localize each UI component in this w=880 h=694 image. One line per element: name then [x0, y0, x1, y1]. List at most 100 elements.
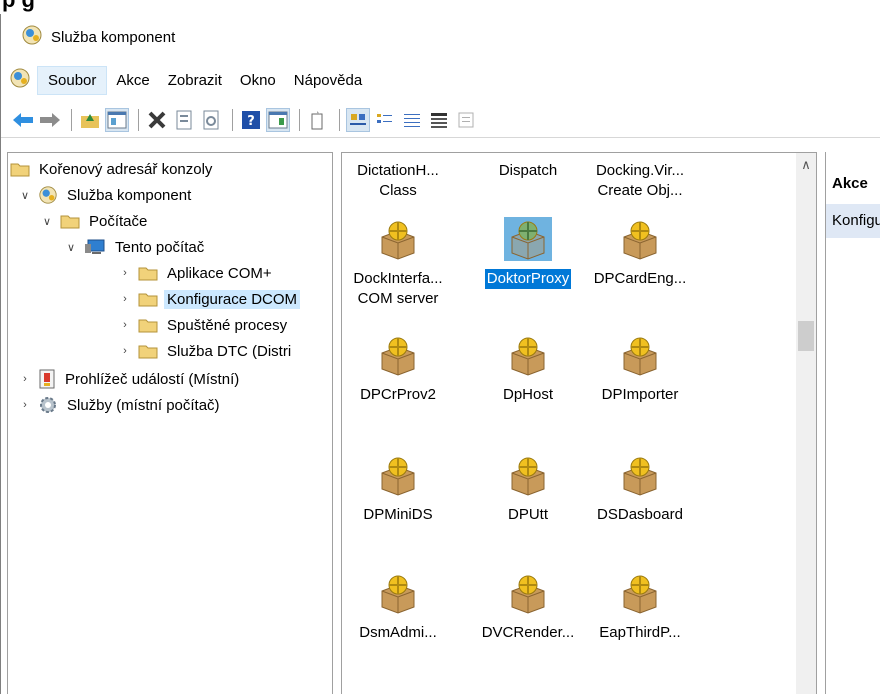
list-item-caption: DPCrProv2 [360, 386, 436, 403]
detail-view-icon[interactable] [427, 108, 451, 132]
toolbar-separator [71, 108, 72, 131]
list-item[interactable]: DsmAdmi... [342, 571, 454, 643]
tree-item-event-viewer[interactable]: › Prohlížeč událostí (Místní) [18, 367, 242, 391]
actions-item-dcom-config[interactable]: Konfigurace DCOM [826, 204, 880, 238]
toolbar-separator [232, 108, 233, 131]
list-item[interactable]: DPCrProv2 [342, 333, 454, 405]
tree-item-dtc[interactable]: › Služba DTC (Distri [118, 339, 294, 363]
list-item-docking[interactable]: Docking.Vir... Create Obj... [584, 161, 696, 201]
properties-icon[interactable] [172, 108, 196, 132]
forward-arrow-icon[interactable] [38, 108, 62, 132]
actions-pane: Akce Konfigurace DCOM [825, 152, 880, 694]
list-item-caption: DockInterfa... [353, 270, 443, 287]
page-heading-clipped: p g [0, 0, 880, 14]
new-window-icon[interactable] [306, 108, 330, 132]
list-item-caption: DPMiniDS [363, 506, 433, 523]
list-item[interactable]: DPMiniDS [342, 453, 454, 525]
delete-icon[interactable] [145, 108, 169, 132]
window-title: Služba komponent [51, 28, 176, 46]
chevron-right-icon[interactable]: › [118, 345, 132, 357]
chevron-down-icon[interactable]: ∨ [40, 215, 54, 228]
toolbar-separator [138, 108, 139, 131]
actions-header: Akce [826, 162, 880, 192]
list-item[interactable]: EapThirdP... [584, 571, 696, 643]
tree-item-this-computer[interactable]: ∨ Tento počítač [64, 235, 207, 259]
computer-icon [84, 238, 106, 256]
com-component-box-icon [584, 333, 696, 385]
event-viewer-icon [38, 369, 56, 389]
com-component-box-icon [472, 453, 584, 505]
com-component-box-icon [472, 571, 584, 623]
com-component-box-icon [584, 453, 696, 505]
com-component-box-icon [472, 217, 584, 269]
gear-icon [38, 395, 58, 415]
menu-zobrazit[interactable]: Zobrazit [159, 66, 231, 95]
list-item[interactable]: DPImporter [584, 333, 696, 405]
com-component-box-icon [342, 217, 454, 269]
chevron-down-icon[interactable]: ∨ [64, 241, 78, 254]
show-hide-tree-icon[interactable] [105, 107, 129, 132]
small-icons-view-icon[interactable] [373, 108, 397, 132]
component-services-icon [21, 24, 43, 50]
folder-icon [60, 213, 80, 229]
mmc-window: Služba komponent Soubor Akce Zobrazit Ok… [0, 14, 880, 694]
menu-okno[interactable]: Okno [231, 66, 285, 95]
menu-akce[interactable]: Akce [107, 66, 158, 95]
chevron-right-icon[interactable]: › [18, 399, 32, 411]
toolbar-separator [299, 108, 300, 131]
list-item[interactable]: DoktorProxy [472, 217, 584, 289]
list-item-caption: DpHost [502, 386, 554, 403]
chevron-right-icon[interactable]: › [118, 293, 132, 305]
refresh-icon[interactable] [199, 108, 223, 132]
list-item[interactable]: DPCardEng... [584, 217, 696, 289]
list-item-caption: DoktorProxy [484, 269, 572, 289]
com-component-box-icon [342, 453, 454, 505]
list-item-dispatch[interactable]: Dispatch [472, 161, 584, 181]
title-bar[interactable]: Služba komponent [1, 14, 880, 60]
tree-item-console-root[interactable]: Kořenový adresář konzoly [10, 157, 215, 181]
list-item-caption: DSDasboard [597, 506, 683, 523]
menu-napoveda[interactable]: Nápověda [285, 66, 371, 95]
folder-icon [138, 317, 158, 333]
vertical-scrollbar[interactable]: ∧ [796, 153, 816, 694]
tree-item-computers[interactable]: ∨ Počítače [40, 209, 150, 233]
list-item[interactable]: DVCRender... [472, 571, 584, 643]
chevron-right-icon[interactable]: › [118, 319, 132, 331]
list-item-dictationh[interactable]: DictationH... Class [342, 161, 454, 201]
show-action-pane-icon[interactable] [266, 107, 290, 132]
list-item-caption: EapThirdP... [599, 624, 681, 641]
chevron-right-icon[interactable]: › [18, 373, 32, 385]
list-item[interactable]: DockInterfa... COM server [342, 217, 454, 309]
list-item[interactable]: DPUtt [472, 453, 584, 525]
menu-bar: Soubor Akce Zobrazit Okno Nápověda [1, 64, 880, 96]
folder-icon [138, 343, 158, 359]
toolbar: ? [1, 102, 880, 138]
tree-item-running-processes[interactable]: › Spuštěné procesy [118, 313, 290, 337]
com-component-box-icon [472, 333, 584, 385]
list-item[interactable]: DSDasboard [584, 453, 696, 525]
back-arrow-icon[interactable] [11, 108, 35, 132]
chevron-down-icon[interactable]: ∨ [18, 189, 32, 202]
component-services-icon [38, 185, 58, 205]
svg-text:?: ? [247, 114, 255, 129]
large-icons-view-icon[interactable] [346, 107, 370, 132]
list-item-caption: DVCRender... [481, 624, 575, 641]
tree-item-dcom-config[interactable]: › Konfigurace DCOM [118, 287, 301, 311]
list-view-icon[interactable] [400, 108, 424, 132]
com-component-box-icon [342, 571, 454, 623]
list-item-caption: DPCardEng... [593, 270, 687, 287]
up-folder-icon[interactable] [78, 108, 102, 132]
tree-item-component-services[interactable]: ∨ Služba komponent [18, 183, 194, 207]
scroll-up-arrow-icon[interactable]: ∧ [796, 157, 816, 173]
com-component-box-icon [584, 571, 696, 623]
list-item[interactable]: DpHost [472, 333, 584, 405]
chevron-right-icon[interactable]: › [118, 267, 132, 279]
tree-item-services[interactable]: › Služby (místní počítač) [18, 393, 223, 417]
scrollbar-thumb[interactable] [798, 321, 814, 351]
folder-icon [138, 265, 158, 281]
menu-soubor[interactable]: Soubor [37, 65, 108, 95]
help-icon[interactable]: ? [239, 108, 263, 132]
tree-item-com-apps[interactable]: › Aplikace COM+ [118, 261, 275, 285]
system-menu-icon[interactable] [9, 67, 31, 93]
export-list-icon[interactable] [454, 108, 478, 132]
